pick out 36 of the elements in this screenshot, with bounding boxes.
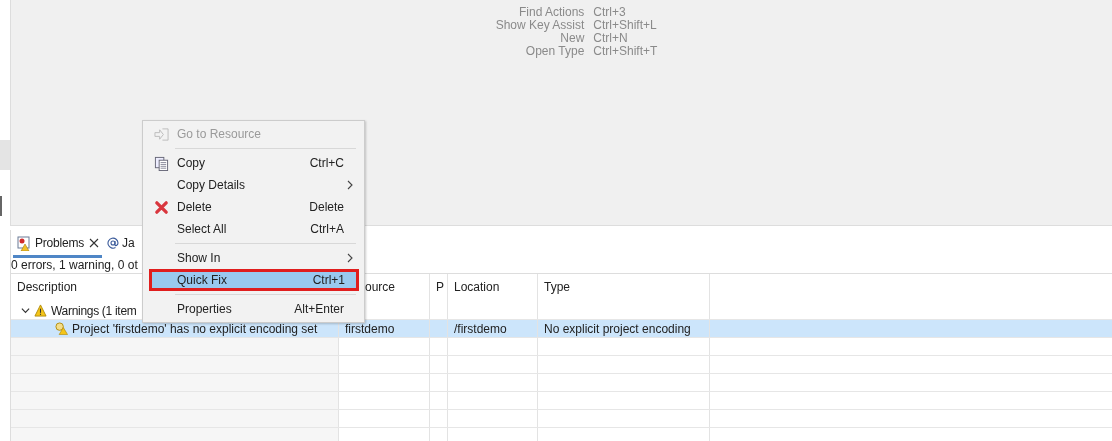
hint-action: Show Key Assist bbox=[495, 19, 585, 32]
warning-icon bbox=[34, 304, 47, 317]
chevron-icon[interactable] bbox=[21, 306, 30, 315]
hint-action: Find Actions bbox=[517, 6, 585, 19]
panel-edge bbox=[0, 196, 2, 216]
table-cell: /firstdemo bbox=[454, 321, 507, 336]
view-tab[interactable]: Ja bbox=[102, 231, 138, 258]
hint-shortcut: Ctrl+Shift+L bbox=[593, 19, 658, 32]
column-header[interactable]: P bbox=[430, 274, 448, 302]
menu-item[interactable]: Copy Details bbox=[145, 174, 362, 196]
table-cell: firstdemo bbox=[345, 321, 395, 336]
menu-item[interactable]: Quick Fix Ctrl+1 bbox=[149, 269, 359, 291]
table-cell: Project 'firstdemo' has no explicit encoding set bbox=[72, 321, 318, 336]
menu-item[interactable]: Delete Delete bbox=[145, 196, 362, 218]
column-header[interactable]: Type bbox=[538, 274, 710, 302]
menu-item[interactable]: Copy Ctrl+C bbox=[145, 152, 362, 174]
hint-action: New bbox=[559, 32, 585, 45]
table-cell: No explicit project encoding bbox=[544, 321, 691, 336]
arrow-into-box-icon bbox=[153, 126, 169, 142]
view-tab[interactable]: Problems bbox=[13, 231, 103, 258]
menu-item[interactable]: Select All Ctrl+A bbox=[145, 218, 362, 240]
column-header[interactable]: Location bbox=[448, 274, 538, 302]
table-cell: Warnings (1 item bbox=[51, 303, 137, 318]
problems-icon bbox=[16, 235, 32, 251]
hint-shortcut: Ctrl+N bbox=[593, 32, 629, 45]
table-row[interactable]: Project 'firstdemo' has no explicit encoding set firstdemo /firstdemo No explicit project encoding bbox=[11, 320, 1112, 338]
hint-shortcut: Ctrl+3 bbox=[593, 6, 627, 19]
hint-action: Open Type bbox=[524, 45, 585, 58]
close-icon[interactable] bbox=[89, 238, 100, 248]
hint-shortcut: Ctrl+Shift+T bbox=[593, 45, 658, 58]
menu-item[interactable]: Show In bbox=[145, 247, 362, 269]
problems-summary: 0 errors, 1 warning, 0 ot bbox=[11, 258, 138, 273]
delete-icon bbox=[153, 199, 169, 215]
warning-icon bbox=[55, 322, 68, 335]
at-icon bbox=[107, 237, 120, 249]
copy-icon bbox=[153, 155, 169, 171]
